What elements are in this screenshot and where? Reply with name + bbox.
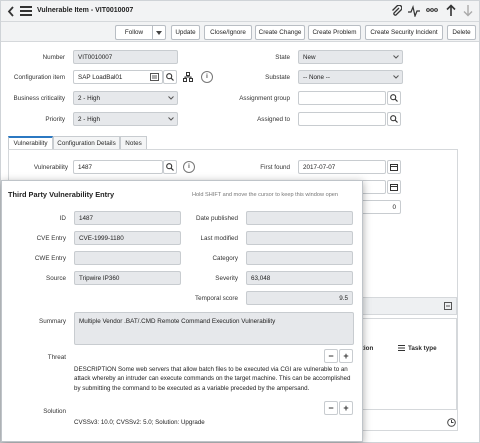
- first-found-label: First found: [260, 164, 290, 171]
- category-field[interactable]: [246, 251, 353, 265]
- summary-field[interactable]: Multiple Vendor .BAT/.CMD Remote Command…: [74, 312, 354, 345]
- create-problem-button[interactable]: Create Problem: [308, 25, 361, 40]
- substate-label: Substate: [265, 74, 290, 81]
- threat-label: Threat: [47, 354, 66, 361]
- create-security-incident-button[interactable]: Create Security Incident: [365, 25, 443, 40]
- cwe-field[interactable]: [74, 251, 181, 265]
- delete-button[interactable]: Delete: [447, 25, 476, 40]
- severity-field[interactable]: 63,048: [246, 271, 353, 285]
- column-header-task-type: Task type: [408, 345, 437, 352]
- number-label: Number: [42, 54, 65, 61]
- popup-hint: Hold SHIFT and move the cursor to keep t…: [192, 192, 339, 198]
- criticality-label: Business criticality: [13, 95, 65, 102]
- category-label: Category: [212, 255, 238, 262]
- cwe-label: CWE Entry: [34, 255, 66, 262]
- ci-label: Configuration item: [13, 74, 65, 81]
- source-label: Source: [46, 275, 66, 282]
- tab-configuration-details[interactable]: Configuration Details: [53, 136, 120, 149]
- number-field[interactable]: VIT0010007: [73, 50, 178, 64]
- back-icon[interactable]: [7, 6, 15, 17]
- state-select[interactable]: New: [298, 50, 403, 64]
- substate-select[interactable]: -- None --: [298, 70, 403, 84]
- chevron-down-icon: [393, 75, 399, 79]
- priority-label: Priority: [45, 116, 65, 123]
- severity-label: Severity: [215, 275, 238, 282]
- menu-icon[interactable]: [20, 6, 32, 16]
- priority-select[interactable]: 2 - High: [73, 112, 178, 126]
- ci-reference-icon[interactable]: [150, 73, 159, 81]
- solution-collapse-button[interactable]: −: [324, 401, 338, 415]
- create-change-button[interactable]: Create Change: [255, 25, 305, 40]
- vulnerability-info-icon[interactable]: i: [183, 161, 195, 173]
- follow-dropdown-button[interactable]: [152, 25, 166, 40]
- solution-text: CVSSv3: 10.0; CVSSv2: 5.0; Solution: Upg…: [74, 419, 205, 426]
- down-arrow-icon[interactable]: [463, 4, 473, 17]
- collapse-icon[interactable]: [444, 302, 452, 310]
- ci-hierarchy-icon[interactable]: [183, 72, 193, 82]
- tab-notes[interactable]: Notes: [120, 136, 147, 149]
- chevron-down-icon: [168, 117, 174, 121]
- clock-icon: [447, 418, 456, 427]
- summary-label: Summary: [39, 318, 66, 325]
- first-found-calendar-button[interactable]: [387, 160, 401, 174]
- popup-title: Third Party Vulnerability Entry: [8, 190, 115, 199]
- assigned-to-field[interactable]: [298, 112, 386, 126]
- header-bar: Vulnerable Item - VIT0010007: [1, 1, 479, 22]
- criticality-select[interactable]: 2 - High: [73, 91, 178, 105]
- action-bar: Follow Update Close/Ignore Create Change…: [1, 22, 479, 42]
- vulnerability-field[interactable]: 1487: [73, 160, 163, 174]
- assignment-group-label: Assignment group: [239, 95, 290, 102]
- more-icon[interactable]: [426, 7, 438, 13]
- assignment-group-field[interactable]: [298, 91, 386, 105]
- tab-vulnerability[interactable]: Vulnerability: [8, 136, 53, 149]
- ci-search-button[interactable]: [163, 70, 177, 84]
- id-label: ID: [59, 215, 66, 222]
- first-found-field[interactable]: 2017-07-07: [298, 160, 386, 174]
- list-icon: [398, 345, 405, 351]
- page-title: Vulnerable Item - VIT0010007: [37, 7, 134, 14]
- threat-expand-button[interactable]: +: [339, 349, 353, 363]
- source-field[interactable]: Tripwire IP360: [74, 271, 181, 285]
- close-ignore-button[interactable]: Close/Ignore: [204, 25, 252, 40]
- activity-icon[interactable]: [408, 5, 420, 17]
- up-arrow-icon[interactable]: [446, 4, 456, 17]
- assigned-to-label: Assigned to: [257, 116, 290, 123]
- assignment-group-search-button[interactable]: [387, 91, 401, 105]
- id-field[interactable]: 1487: [74, 211, 181, 225]
- vulnerability-label: Vulnerability: [33, 164, 68, 171]
- state-label: State: [275, 54, 290, 61]
- date-published-label: Date published: [195, 215, 238, 222]
- ci-info-icon[interactable]: i: [201, 71, 213, 83]
- assigned-to-search-button[interactable]: [387, 112, 401, 126]
- temporal-score-field[interactable]: 9.5: [246, 291, 353, 305]
- temporal-score-label: Temporal score: [194, 295, 238, 302]
- chevron-down-icon: [393, 55, 399, 59]
- solution-expand-button[interactable]: +: [339, 401, 353, 415]
- threat-collapse-button[interactable]: −: [324, 349, 338, 363]
- last-found-calendar-button[interactable]: [387, 180, 401, 194]
- vulnerability-search-button[interactable]: [163, 160, 177, 174]
- paperclip-icon[interactable]: [391, 5, 402, 17]
- cve-label: CVE Entry: [36, 235, 66, 242]
- temporal-score-value: 9.5: [339, 295, 348, 302]
- follow-button[interactable]: Follow: [115, 25, 152, 40]
- vulnerability-popup: Third Party Vulnerability Entry Hold SHI…: [1, 180, 363, 442]
- last-modified-label: Last modified: [200, 235, 238, 242]
- update-button[interactable]: Update: [171, 25, 200, 40]
- count-value: 0: [392, 204, 396, 211]
- threat-text: DESCRIPTION Some web servers that allow …: [74, 366, 351, 392]
- chevron-down-icon: [168, 96, 174, 100]
- last-modified-field[interactable]: [246, 231, 353, 245]
- date-published-field[interactable]: [246, 211, 353, 225]
- cve-field[interactable]: CVE-1999-1180: [74, 231, 181, 245]
- solution-label: Solution: [43, 408, 66, 415]
